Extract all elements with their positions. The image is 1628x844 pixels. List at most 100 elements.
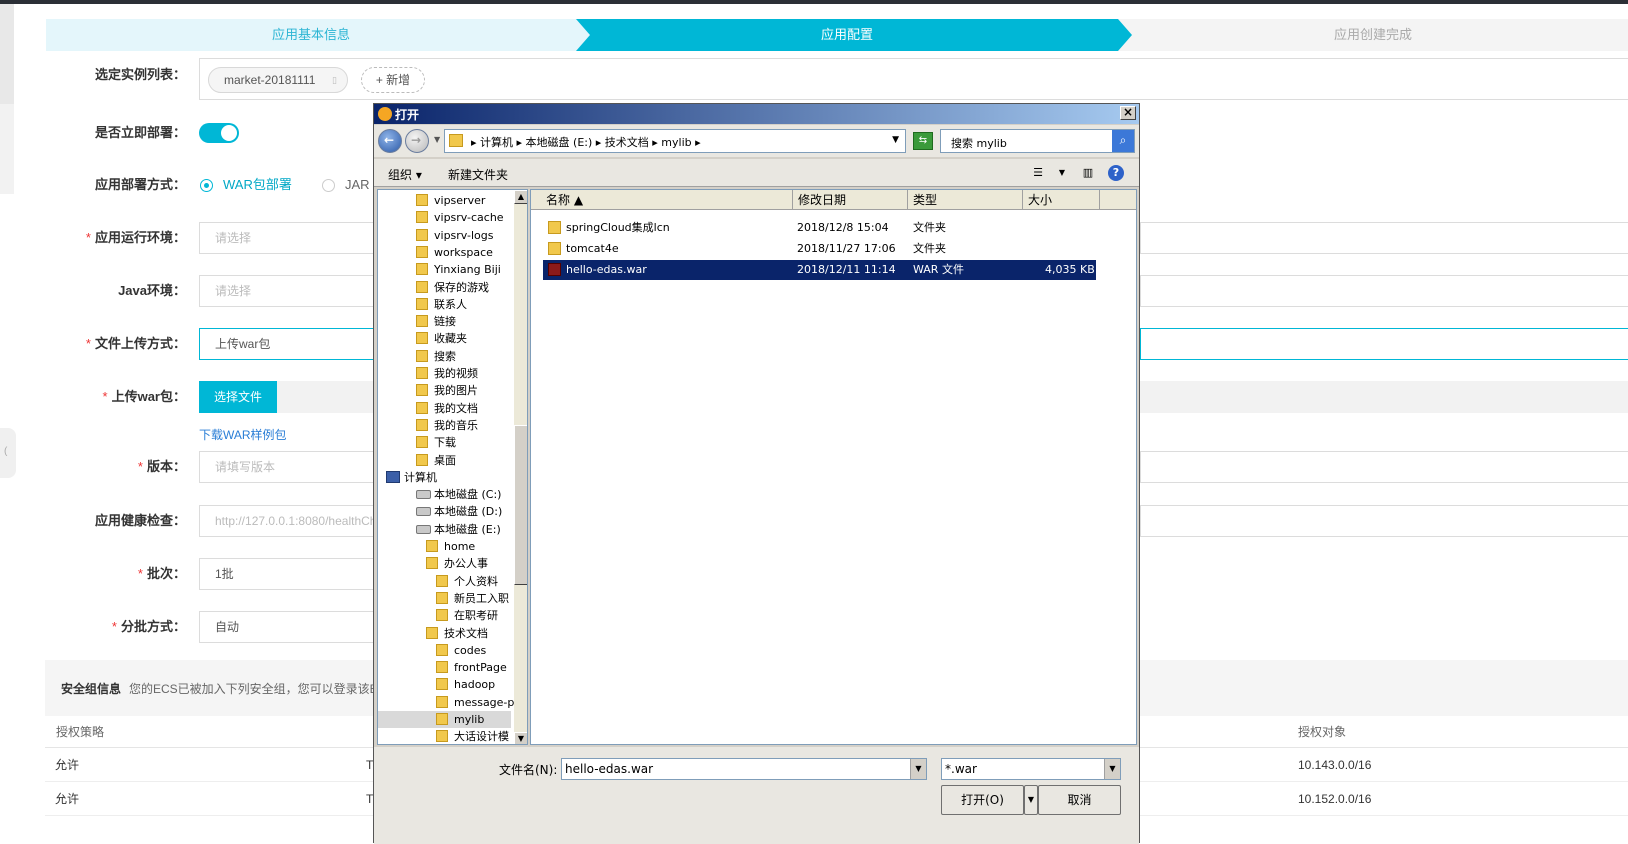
batch-select[interactable]: 1批 <box>199 558 379 590</box>
search-input[interactable]: 搜索 mylib ⌕ <box>940 129 1135 153</box>
add-instance-button[interactable]: + 新增 <box>361 67 425 93</box>
tree-item-label: 本地磁盘 (E:) <box>434 522 501 536</box>
security-title: 安全组信息 <box>61 682 122 696</box>
tree-item-label: 本地磁盘 (C:) <box>434 488 502 502</box>
col-date[interactable]: 修改日期 <box>793 190 908 210</box>
row-policy: 允许 <box>55 758 80 772</box>
file-date: 2018/11/27 17:06 <box>797 242 896 255</box>
drive-icon <box>416 507 431 517</box>
tree-item-label: home <box>444 540 476 553</box>
file-type-filter[interactable]: *.war ▼ <box>941 758 1121 780</box>
java-select-right <box>1140 275 1628 307</box>
col-name[interactable]: 名称 ▲ <box>541 190 793 210</box>
file-list: 名称 ▲ 修改日期 类型 大小 springCloud集成lcn 2018/12… <box>530 189 1137 745</box>
step-app-config: 应用配置 <box>576 19 1118 51</box>
left-collapse-tab[interactable]: ( <box>0 428 16 478</box>
folder-icon <box>436 661 448 674</box>
instances-label: 选定实例列表： <box>94 67 186 82</box>
preview-pane-icon[interactable]: ▥ <box>1080 165 1096 181</box>
folder-tree[interactable]: 大话设计模 mylib message-pu hadoop frontPage codes… <box>377 189 528 745</box>
tree-item-label: 办公人事 <box>444 557 488 571</box>
address-bar: ← → ▼ ▸ 计算机 ▸ 本地磁盘 (E:) ▸ 技术文档 ▸ mylib ▸… <box>374 125 1139 157</box>
folder-icon <box>436 643 448 656</box>
filename-input[interactable]: hello-edas.war ▼ <box>561 758 927 780</box>
col-size[interactable]: 大小 <box>1023 190 1100 210</box>
tag-close-icon[interactable]: ▯ <box>332 68 337 92</box>
tree-item[interactable]: mylib <box>378 711 511 728</box>
help-icon[interactable]: ? <box>1108 165 1124 181</box>
filename-label: 文件名(N): <box>499 763 558 777</box>
health-input[interactable]: http://127.0.0.1:8080/healthCh <box>199 505 379 537</box>
view-dropdown-icon[interactable]: ▼ <box>1054 165 1070 181</box>
folder-icon <box>416 367 428 379</box>
file-row[interactable]: tomcat4e 2018/11/27 17:06 文件夹 <box>543 239 1096 259</box>
tree-item-label: workspace <box>434 245 493 259</box>
folder-icon <box>548 221 561 234</box>
open-dropdown-icon[interactable]: ▼ <box>1024 785 1038 815</box>
version-input[interactable]: 请填写版本 <box>199 451 379 483</box>
file-type: WAR 文件 <box>913 263 964 276</box>
tree-item-label: 桌面 <box>434 453 456 467</box>
folder-icon <box>416 297 428 310</box>
row-target: 10.152.0.0/16 <box>1298 792 1372 806</box>
scroll-up-icon[interactable]: ▲ <box>514 190 527 204</box>
choose-file-button[interactable]: 选择文件 <box>199 381 277 413</box>
back-arrow-icon: ← <box>384 133 395 147</box>
scroll-thumb[interactable] <box>514 425 527 585</box>
tree-item-label: 个人资料 <box>454 574 498 588</box>
filter-value: *.war <box>945 762 977 776</box>
drive-icon <box>416 490 431 500</box>
drive-icon <box>416 524 431 534</box>
radio-jar-label[interactable]: JAR <box>345 169 370 201</box>
tree-item-label: 我的图片 <box>434 384 478 398</box>
cancel-button[interactable]: 取消 <box>1038 785 1121 815</box>
back-button[interactable]: ← <box>378 129 402 153</box>
radio-jar[interactable] <box>322 179 335 192</box>
path-breadcrumb[interactable]: ▸ 计算机 ▸ 本地磁盘 (E:) ▸ 技术文档 ▸ mylib ▸ ▼ <box>444 129 906 153</box>
open-button[interactable]: 打开(O) <box>941 785 1024 815</box>
runtime-select[interactable]: 请选择 <box>199 222 379 254</box>
java-select[interactable]: 请选择 <box>199 275 379 307</box>
scroll-down-icon[interactable]: ▼ <box>514 732 527 744</box>
instance-tag-box: market-20181111 ▯ + 新增 <box>199 58 1628 100</box>
instance-tag-text: market-20181111 <box>224 73 316 87</box>
chevron-down-icon[interactable]: ▼ <box>910 759 926 779</box>
folder-icon <box>416 245 428 258</box>
file-type: 文件夹 <box>913 242 946 255</box>
tree-item-label: 在职考研 <box>454 609 498 623</box>
deploy-now-toggle[interactable] <box>199 123 239 143</box>
radio-war-label[interactable]: WAR包部署 <box>223 169 292 201</box>
search-icon[interactable]: ⌕ <box>1112 130 1134 152</box>
path-text[interactable]: ▸ 计算机 ▸ 本地磁盘 (E:) ▸ 技术文档 ▸ mylib ▸ <box>471 134 701 150</box>
folder-icon <box>426 540 438 552</box>
download-sample-link[interactable]: 下载WAR样例包 <box>199 426 287 443</box>
folder-icon <box>416 436 428 449</box>
dialog-titlebar[interactable]: 打开 × <box>374 104 1139 124</box>
view-list-icon[interactable]: ☰ <box>1030 165 1046 181</box>
dialog-bottom: 文件名(N): hello-edas.war ▼ *.war ▼ 打开(O) ▼… <box>374 747 1139 844</box>
chevron-down-icon[interactable]: ▼ <box>892 135 899 145</box>
forward-button[interactable]: → <box>405 129 429 153</box>
instance-tag[interactable]: market-20181111 ▯ <box>208 67 348 93</box>
new-folder-button[interactable]: 新建文件夹 <box>448 166 508 183</box>
history-dropdown-icon[interactable]: ▼ <box>434 135 440 144</box>
organize-button[interactable]: 组织 ▾ <box>388 166 422 183</box>
dialog-toolbar: 组织 ▾ 新建文件夹 ☰ ▼ ▥ ? <box>374 159 1139 187</box>
tree-scrollbar[interactable]: ▲ ▼ <box>514 190 527 744</box>
tree-item-label: 计算机 <box>404 470 437 484</box>
batch-mode-select[interactable]: 自动 <box>199 611 379 643</box>
col-type[interactable]: 类型 <box>908 190 1023 210</box>
folder-icon <box>436 713 448 725</box>
refresh-icon[interactable]: ⇆ <box>913 132 933 150</box>
file-row-selected[interactable]: hello-edas.war 2018/12/11 11:14 WAR 文件 4… <box>543 260 1096 280</box>
version-input-right <box>1140 451 1628 483</box>
radio-war[interactable] <box>200 179 213 192</box>
file-name: hello-edas.war <box>566 263 647 276</box>
toggle-knob <box>221 125 237 141</box>
upload-mode-select[interactable]: 上传war包 <box>199 328 379 360</box>
close-icon[interactable]: × <box>1120 106 1136 120</box>
folder-icon <box>416 453 428 466</box>
tree-item-label: hadoop <box>454 678 496 692</box>
file-row[interactable]: springCloud集成lcn 2018/12/8 15:04 文件夹 <box>543 218 1096 238</box>
chevron-down-icon[interactable]: ▼ <box>1104 759 1120 779</box>
